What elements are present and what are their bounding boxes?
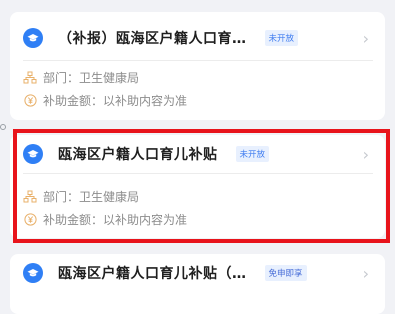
status-badge: 未开放: [235, 146, 270, 162]
chevron-right-icon[interactable]: ›: [363, 29, 369, 48]
subsidy-card-1[interactable]: （补报）瓯海区户籍人口育… 未开放 › 部门： 卫生健康局 补助金额： 以补助内…: [10, 12, 385, 120]
dept-label: 部门：: [43, 190, 80, 204]
dept-row: 部门： 卫生健康局: [23, 188, 139, 205]
card-title: 瓯海区户籍人口育儿补贴: [58, 147, 218, 163]
edge-dot: [0, 124, 6, 130]
graduation-cap-icon: [23, 28, 43, 48]
subsidy-card-2[interactable]: 瓯海区户籍人口育儿补贴 未开放 › 部门： 卫生健康局 补助金额： 以补助内容为…: [10, 135, 385, 238]
subsidy-card-3[interactable]: 瓯海区户籍人口育儿补贴（… 免申即享 ›: [10, 254, 385, 314]
graduation-cap-icon: [23, 144, 43, 164]
amount-label: 补助金额：: [43, 213, 104, 227]
dept-row: 部门： 卫生健康局: [23, 69, 139, 86]
card-title: 瓯海区户籍人口育儿补贴（…: [58, 266, 247, 282]
dept-value: 卫生健康局: [79, 71, 140, 85]
divider: [23, 60, 373, 61]
status-badge: 免申即享: [264, 265, 307, 281]
amount-label: 补助金额：: [43, 94, 104, 108]
status-badge: 未开放: [264, 30, 299, 46]
card-title: （补报）瓯海区户籍人口育…: [58, 31, 247, 47]
yuan-coin-icon: [23, 94, 37, 108]
chevron-right-icon[interactable]: ›: [363, 264, 369, 283]
org-chart-icon: [23, 190, 37, 204]
yuan-coin-icon: [23, 213, 37, 227]
amount-value: 以补助内容为准: [103, 94, 188, 108]
graduation-cap-icon: [23, 263, 43, 283]
amount-row: 补助金额： 以补助内容为准: [23, 211, 187, 228]
dept-value: 卫生健康局: [79, 190, 140, 204]
org-chart-icon: [23, 71, 37, 85]
previous-card-fragment: [10, 0, 385, 8]
card-header: 瓯海区户籍人口育儿补贴（… 免申即享 ›: [23, 262, 373, 284]
card-header: 瓯海区户籍人口育儿补贴 未开放 ›: [23, 143, 373, 165]
card-header: （补报）瓯海区户籍人口育… 未开放 ›: [23, 27, 373, 49]
divider: [23, 173, 373, 174]
amount-row: 补助金额： 以补助内容为准: [23, 92, 187, 109]
chevron-right-icon[interactable]: ›: [363, 145, 369, 164]
dept-label: 部门：: [43, 71, 80, 85]
amount-value: 以补助内容为准: [103, 213, 188, 227]
